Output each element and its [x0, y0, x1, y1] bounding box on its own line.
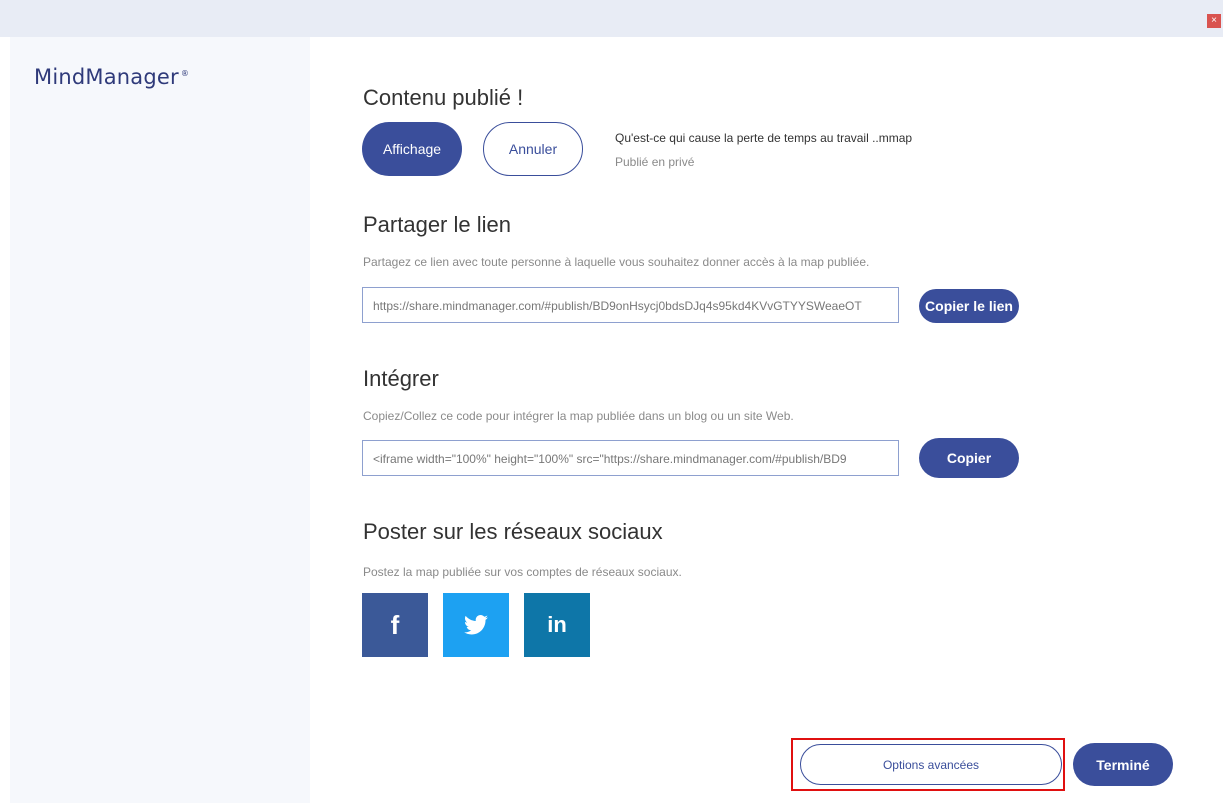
published-status: Publié en privé	[615, 155, 695, 169]
twitter-share-button[interactable]	[443, 593, 509, 657]
embed-title: Intégrer	[363, 366, 439, 391]
highlight-frame	[791, 738, 1065, 791]
title-bar: ×	[0, 0, 1223, 37]
copy-code-button[interactable]: Copier	[919, 438, 1019, 478]
copy-link-button[interactable]: Copier le lien	[919, 289, 1019, 323]
app-logo: MindManager ®	[34, 65, 189, 89]
share-description: Partagez ce lien avec toute personne à l…	[363, 255, 870, 269]
published-title: Contenu publié !	[363, 85, 524, 110]
logo-text: MindManager	[34, 65, 179, 89]
embed-description: Copiez/Collez ce code pour intégrer la m…	[363, 409, 794, 423]
facebook-icon: f	[390, 609, 400, 640]
linkedin-share-button[interactable]: in	[524, 593, 590, 657]
embed-code-field[interactable]: <iframe width="100%" height="100%" src="…	[362, 440, 899, 476]
share-title: Partager le lien	[363, 212, 511, 237]
done-button[interactable]: Terminé	[1073, 743, 1173, 786]
linkedin-icon: in	[547, 612, 567, 637]
logo-mark: ®	[180, 69, 190, 78]
social-title: Poster sur les réseaux sociaux	[363, 519, 663, 544]
main-panel: Contenu publié ! Affichage Annuler Qu'es…	[310, 37, 1223, 803]
published-file-name: Qu'est-ce qui cause la perte de temps au…	[615, 131, 913, 145]
cancel-button[interactable]: Annuler	[483, 122, 583, 176]
social-description: Postez la map publiée sur vos comptes de…	[363, 565, 682, 579]
twitter-icon	[464, 615, 488, 635]
sidebar: MindManager ®	[10, 37, 310, 803]
facebook-share-button[interactable]: f	[362, 593, 428, 657]
view-button[interactable]: Affichage	[362, 122, 462, 176]
share-link-field[interactable]: https://share.mindmanager.com/#publish/B…	[362, 287, 899, 323]
close-button[interactable]: ×	[1207, 14, 1221, 28]
